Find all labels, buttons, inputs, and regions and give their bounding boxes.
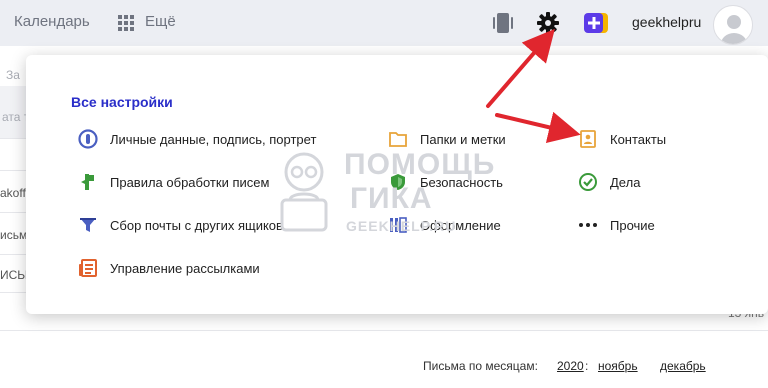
gear-icon[interactable] bbox=[536, 11, 560, 35]
contacts-icon bbox=[580, 130, 596, 148]
settings-dropdown: Все настройки Личные данные, подпись, по… bbox=[26, 55, 768, 314]
year-link[interactable]: 2020 bbox=[557, 359, 584, 373]
month-link-november[interactable]: ноябрь bbox=[598, 359, 638, 373]
all-settings-link[interactable]: Все настройки bbox=[71, 94, 173, 110]
username[interactable]: geekhelpru bbox=[632, 14, 701, 30]
settings-item-appearance[interactable]: Оформление bbox=[388, 214, 501, 236]
apps-grid-icon[interactable] bbox=[118, 15, 134, 31]
calendar-link[interactable]: Календарь bbox=[14, 13, 90, 30]
sender-fragment: исьм bbox=[0, 228, 28, 242]
folder-icon bbox=[389, 132, 407, 147]
shield-icon bbox=[391, 174, 405, 190]
person-circle-icon bbox=[78, 129, 98, 149]
sender-fragment: akoff bbox=[0, 186, 26, 200]
plus-subscription-icon[interactable] bbox=[583, 12, 609, 34]
settings-item-security[interactable]: Безопасность bbox=[388, 171, 503, 193]
filter-rule-icon bbox=[81, 174, 94, 190]
settings-item-contacts[interactable]: Контакты bbox=[578, 128, 666, 150]
settings-item-collect-mail[interactable]: Сбор почты с других ящиков bbox=[78, 214, 283, 236]
more-link[interactable]: Ещё bbox=[145, 13, 176, 30]
check-circle-icon bbox=[579, 173, 597, 191]
settings-item-todo[interactable]: Дела bbox=[578, 171, 640, 193]
month-link-december[interactable]: декабрь bbox=[660, 359, 706, 373]
settings-item-mail-rules[interactable]: Правила обработки писем bbox=[78, 171, 269, 193]
newsletter-icon bbox=[79, 259, 97, 277]
theme-icon bbox=[390, 217, 407, 233]
separator: : bbox=[585, 359, 589, 373]
settings-item-other[interactable]: Прочие bbox=[578, 214, 655, 236]
settings-item-newsletters[interactable]: Управление рассылками bbox=[78, 257, 260, 279]
top-bar: Календарь Ещё geekhelpru bbox=[0, 0, 768, 46]
avatar[interactable] bbox=[713, 5, 753, 45]
phone-icon[interactable] bbox=[492, 12, 514, 34]
user-silhouette-icon bbox=[721, 15, 747, 44]
settings-item-folders-labels[interactable]: Папки и метки bbox=[388, 128, 506, 150]
settings-item-personal-data[interactable]: Личные данные, подпись, портрет bbox=[78, 128, 316, 150]
search-placeholder-fragment: Зa bbox=[6, 68, 20, 82]
funnel-icon bbox=[80, 218, 96, 232]
dots-icon bbox=[579, 223, 597, 227]
months-label: Письма по месяцам: bbox=[423, 359, 538, 373]
divider bbox=[0, 330, 768, 331]
